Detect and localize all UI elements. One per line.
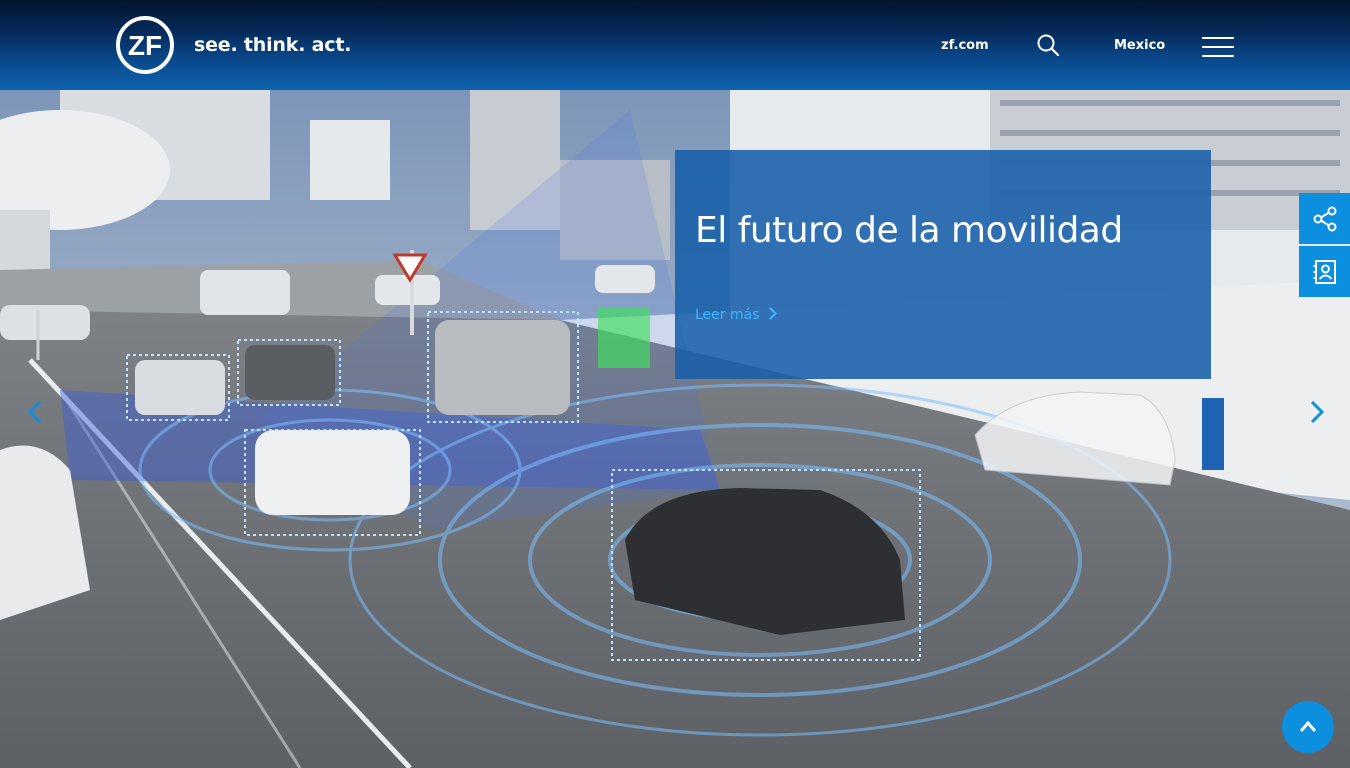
chevron-left-icon[interactable] [22,398,50,426]
zf-com-link[interactable]: zf.com [941,38,989,53]
read-more-label: Leer más [695,307,760,323]
search-icon[interactable] [1036,33,1060,57]
hamburger-menu-icon[interactable] [1202,37,1234,57]
read-more-link[interactable]: Leer más [695,307,777,323]
hero-title: El futuro de la movilidad [695,210,1123,251]
share-tab[interactable] [1299,193,1350,244]
share-icon [1313,206,1337,232]
back-to-top-button[interactable] [1282,701,1334,753]
chevron-right-icon [763,307,777,320]
tagline: see. think. act. [194,34,352,56]
chevron-right-icon[interactable] [1302,398,1330,426]
chevron-up-icon [1299,720,1317,732]
svg-text:ZF: ZF [128,30,162,61]
hero-teaser: El futuro de la movilidad Leer más [675,150,1211,379]
zf-logo[interactable]: ZF [115,15,175,75]
contact-tab[interactable] [1299,246,1350,297]
site-header: ZF see. think. act. zf.com Mexico [0,0,1350,90]
region-selector[interactable]: Mexico [1114,38,1165,53]
contact-book-icon [1313,260,1336,284]
